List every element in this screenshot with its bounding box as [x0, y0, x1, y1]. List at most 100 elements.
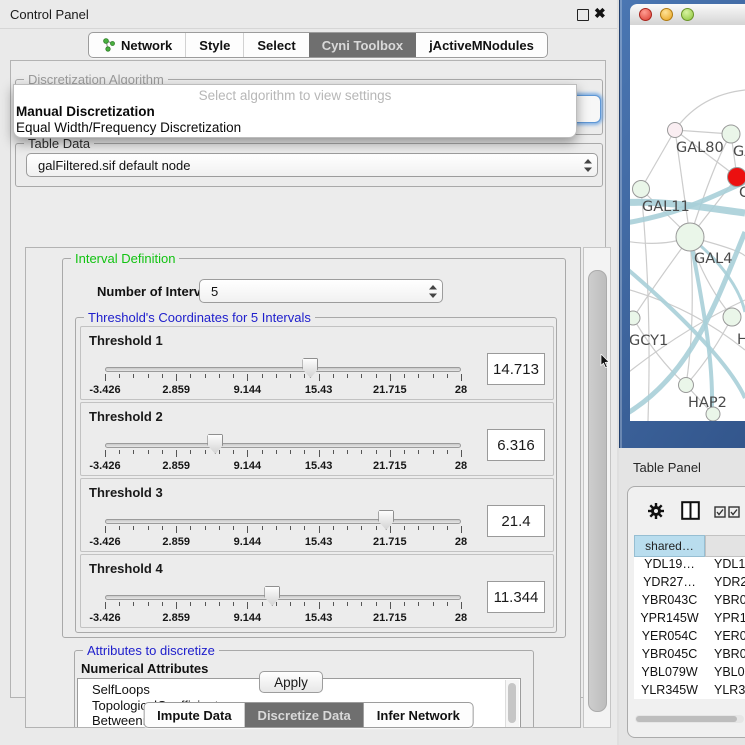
gear-icon[interactable] [647, 502, 665, 520]
table-row[interactable]: YDL19…YDL1 [634, 557, 745, 575]
slider-tick [333, 526, 334, 530]
slider-tick-label: 28 [455, 536, 467, 548]
interval-definition-group: Interval Definition Number of Intervals … [62, 258, 566, 638]
threshold-slider-thumb[interactable] [378, 510, 394, 530]
threshold-value-field[interactable]: 21.4 [487, 505, 545, 537]
tab-network-label: Network [121, 38, 172, 53]
slider-tick-label: 21.715 [373, 384, 407, 396]
zoom-traffic-light[interactable] [681, 8, 694, 21]
cell-shared-name: YDL19… [634, 557, 705, 575]
column-header-name[interactable]: na [705, 535, 745, 557]
slider-tick [133, 602, 134, 606]
network-node[interactable] [633, 181, 650, 198]
tab-jactivemnodules[interactable]: jActiveMNodules [416, 33, 547, 57]
tab-infer-network[interactable]: Infer Network [364, 703, 473, 727]
cell-name: YBR0 [705, 647, 745, 665]
thresholds-group-title: Threshold's Coordinates for 5 Intervals [84, 310, 315, 325]
tab-style[interactable]: Style [185, 33, 243, 57]
network-node[interactable] [728, 168, 745, 187]
table-row[interactable]: YER054CYER0 [634, 629, 745, 647]
network-edge[interactable] [641, 130, 675, 189]
threshold-title: Threshold 2 [89, 409, 163, 424]
network-edge[interactable] [633, 318, 686, 385]
network-edge[interactable] [633, 237, 690, 318]
tab-cyni-toolbox[interactable]: Cyni Toolbox [309, 33, 416, 57]
settings-scroll-panel: Interval Definition Number of Intervals … [25, 247, 581, 728]
threshold-slider-track[interactable] [105, 595, 461, 600]
network-node[interactable] [722, 125, 740, 143]
network-node-label: C [739, 185, 745, 201]
cell-shared-name: YDR27… [634, 575, 705, 593]
table-row[interactable]: YBL079WYBL0 [634, 665, 745, 683]
network-edge[interactable] [686, 237, 692, 385]
table-hscrollbar[interactable] [635, 715, 744, 723]
table-row[interactable]: YBR043CYBR0 [634, 593, 745, 611]
slider-tick [119, 374, 120, 378]
slider-tick [148, 602, 149, 606]
threshold-slider-track[interactable] [105, 443, 461, 448]
list-scrollbar[interactable] [505, 680, 519, 728]
tab-select[interactable]: Select [243, 33, 308, 57]
cyni-bottom-tabbar: Impute Data Discretize Data Infer Networ… [143, 702, 474, 728]
threshold-row: Threshold 1-3.4262.8599.14415.4321.71528… [80, 326, 554, 400]
numerical-attributes-label: Numerical Attributes [81, 661, 208, 676]
slider-tick [304, 374, 305, 378]
slider-tick-label: 15.43 [305, 384, 333, 396]
table-row[interactable]: YDR27…YDR2 [634, 575, 745, 593]
network-node-label: GAL80 [676, 140, 724, 156]
cyni-content-panel: Discretization Algorithm Table Data galF… [10, 60, 606, 698]
combobox-stepper-icon [424, 285, 442, 298]
number-of-intervals-combobox[interactable]: 5 [199, 279, 443, 303]
column-header-shared-name[interactable]: shared… [634, 535, 705, 557]
network-node[interactable] [676, 223, 704, 251]
threshold-slider-thumb[interactable] [264, 586, 280, 606]
panel-scrollbar[interactable] [583, 247, 611, 728]
float-window-icon[interactable] [577, 9, 589, 21]
tab-network[interactable]: Network [89, 33, 185, 57]
slider-tick [262, 526, 263, 530]
network-node[interactable] [630, 311, 640, 325]
table-data-group: Table Data galFiltered.sif default node [15, 143, 603, 187]
list-scrollbar-thumb[interactable] [508, 683, 516, 723]
cell-name: YBL0 [705, 665, 745, 683]
threshold-slider-track[interactable] [105, 519, 461, 524]
slider-tick-label: 2.859 [162, 612, 190, 624]
slider-tick [219, 374, 220, 378]
minimize-traffic-light[interactable] [660, 8, 673, 21]
close-icon[interactable]: ✖ [594, 5, 606, 22]
split-columns-icon[interactable] [681, 501, 700, 520]
network-node[interactable] [679, 378, 694, 393]
table-hscrollbar-thumb[interactable] [636, 716, 737, 722]
dropdown-option[interactable]: Manual Discretization [14, 104, 576, 120]
network-node[interactable] [723, 308, 741, 326]
cell-name: YBR0 [705, 593, 745, 611]
close-traffic-light[interactable] [639, 8, 652, 21]
window-title: Control Panel [10, 7, 89, 22]
table-row[interactable]: YBR045CYBR0 [634, 647, 745, 665]
apply-button[interactable]: Apply [259, 671, 323, 693]
network-edge[interactable] [675, 90, 745, 130]
threshold-slider-thumb[interactable] [207, 434, 223, 454]
table-data-combobox[interactable]: galFiltered.sif default node [26, 153, 598, 177]
attributes-group-title: Attributes to discretize [83, 643, 219, 658]
slider-tick [276, 602, 277, 606]
threshold-value-field[interactable]: 11.344 [487, 581, 545, 613]
tab-discretize-data[interactable]: Discretize Data [245, 703, 364, 727]
checkbox-icon[interactable] [728, 506, 740, 518]
slider-tick [361, 602, 362, 606]
network-node-label: GA [733, 144, 745, 160]
checkbox-icon[interactable] [714, 506, 726, 518]
table-row[interactable]: YLR345WYLR3 [634, 683, 745, 699]
threshold-value-field[interactable]: 6.316 [487, 429, 545, 461]
threshold-value-field[interactable]: 14.713 [487, 353, 545, 385]
table-row[interactable]: YPR145WYPR1 [634, 611, 745, 629]
tab-impute-data[interactable]: Impute Data [144, 703, 244, 727]
slider-tick [276, 526, 277, 530]
interval-definition-group-title: Interval Definition [71, 251, 179, 266]
threshold-slider-track[interactable] [105, 367, 461, 372]
network-node[interactable] [668, 123, 683, 138]
slider-tick-label: 9.144 [234, 384, 262, 396]
panel-scrollbar-thumb[interactable] [588, 270, 607, 712]
dropdown-option[interactable]: Equal Width/Frequency Discretization [14, 120, 576, 136]
network-canvas[interactable]: GAL80GACGAL11GAL4GCY1HHAP2 [630, 25, 745, 421]
